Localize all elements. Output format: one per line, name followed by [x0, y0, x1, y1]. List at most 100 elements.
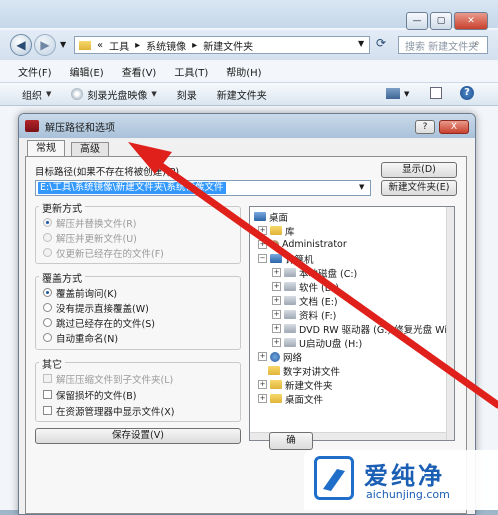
- tree-node-drive-c[interactable]: + 本地磁盘 (C:): [272, 266, 357, 280]
- address-bar[interactable]: « 工具 ▸ 系统镜像 ▸ 新建文件夹: [74, 36, 370, 54]
- chevron-down-icon[interactable]: ▼: [404, 90, 409, 98]
- tree-node-folder-digital[interactable]: 数字对讲文件: [268, 364, 340, 378]
- radio-icon: [43, 248, 52, 257]
- overwrite-mode-label: 覆盖方式: [39, 270, 85, 285]
- dvd-icon: [284, 324, 296, 333]
- watermark-logo-mark: [323, 469, 345, 491]
- extract-to-subfolder-checkbox[interactable]: 解压压缩文件到子文件夹(L): [43, 371, 173, 386]
- menu-help[interactable]: 帮助(H): [226, 64, 261, 79]
- help-icon[interactable]: ?: [460, 86, 474, 100]
- menu-edit[interactable]: 编辑(E): [70, 64, 104, 79]
- back-icon[interactable]: ◀: [10, 34, 32, 56]
- display-button[interactable]: 显示(D): [381, 162, 457, 178]
- update-option-replace[interactable]: 解压并替换文件(R): [43, 215, 137, 230]
- folder-tree[interactable]: 桌面 + 库 + Administrator − 计算机 + 本地磁盘 (C:) + 软件…: [249, 206, 455, 441]
- menu-file[interactable]: 文件(F): [18, 64, 52, 79]
- radio-icon: [43, 288, 52, 297]
- dialog-close-button[interactable]: X: [439, 120, 469, 134]
- burn-image-button[interactable]: 刻录光盘映像 ▼: [71, 87, 157, 102]
- menu-view[interactable]: 查看(V): [122, 64, 157, 79]
- winrar-icon: [25, 120, 39, 132]
- expand-icon[interactable]: +: [272, 268, 281, 277]
- tree-node-folder-desktop-files[interactable]: + 桌面文件: [258, 392, 323, 406]
- new-folder-label: 新建文件夹: [216, 90, 267, 102]
- tree-node-usb-h[interactable]: + U启动U盘 (H:): [272, 336, 362, 350]
- tree-node-drive-d[interactable]: + 软件 (D:): [272, 280, 339, 294]
- recent-pages-icon[interactable]: ▼: [60, 40, 66, 49]
- burn-image-label: 刻录光盘映像: [87, 90, 148, 102]
- forward-icon[interactable]: ▶: [34, 34, 56, 56]
- target-path-input[interactable]: E:\工具\系统镜像\新建文件夹\系统镜像文件: [35, 180, 371, 196]
- update-option-existing[interactable]: 仅更新已经存在的文件(F): [43, 245, 164, 260]
- dialog-titlebar: 解压路径和选项: [19, 114, 475, 138]
- update-option-update[interactable]: 解压并更新文件(U): [43, 230, 137, 245]
- tree-label: DVD RW 驱动器 (G:) 修复光盘 Wi: [299, 324, 447, 336]
- expand-icon[interactable]: +: [258, 240, 267, 249]
- collapse-icon[interactable]: −: [258, 254, 267, 263]
- tab-advanced[interactable]: 高级: [71, 142, 109, 157]
- save-settings-button[interactable]: 保存设置(V): [35, 428, 241, 444]
- breadcrumb-0[interactable]: «: [97, 40, 103, 51]
- expand-icon[interactable]: +: [272, 282, 281, 291]
- overwrite-option-silent[interactable]: 没有提示直接覆盖(W): [43, 300, 149, 315]
- address-dropdown-icon[interactable]: ▼: [358, 39, 364, 48]
- expand-icon[interactable]: +: [258, 352, 267, 361]
- expand-icon[interactable]: +: [272, 310, 281, 319]
- chevron-right-icon: ▸: [135, 39, 141, 51]
- chevron-down-icon: ▼: [151, 90, 157, 98]
- search-placeholder: 搜索 新建文件夹: [405, 41, 479, 53]
- tree-node-computer[interactable]: − 计算机: [258, 252, 314, 266]
- tree-node-administrator[interactable]: + Administrator: [258, 238, 347, 251]
- tree-vertical-scrollbar[interactable]: [446, 207, 454, 440]
- checkbox-icon: [43, 390, 52, 399]
- minimize-button[interactable]: —: [406, 12, 428, 30]
- tree-node-folder-new[interactable]: + 新建文件夹: [258, 378, 333, 392]
- tree-node-library[interactable]: + 库: [258, 224, 295, 238]
- overwrite-option-ask[interactable]: 覆盖前询问(K): [43, 285, 117, 300]
- library-icon: [270, 226, 282, 235]
- breadcrumb-3[interactable]: 新建文件夹: [203, 38, 253, 53]
- menu-tools[interactable]: 工具(T): [174, 64, 208, 79]
- close-button[interactable]: ✕: [454, 12, 488, 30]
- option-label: 自动重命名(N): [56, 333, 119, 345]
- overwrite-option-rename[interactable]: 自动重命名(N): [43, 330, 118, 345]
- breadcrumb-2[interactable]: 系统镜像: [146, 38, 186, 53]
- option-label: 解压压缩文件到子文件夹(L): [56, 374, 174, 386]
- tree-node-drive-f[interactable]: + 资料 (F:): [272, 308, 337, 322]
- tab-general[interactable]: 常规: [27, 140, 65, 157]
- search-icon[interactable]: ⌕: [474, 38, 480, 49]
- dialog-help-button[interactable]: ?: [415, 120, 435, 134]
- tree-node-network[interactable]: + 网络: [258, 350, 302, 364]
- tree-node-drive-e[interactable]: + 文档 (E:): [272, 294, 338, 308]
- expand-icon[interactable]: +: [272, 324, 281, 333]
- tree-label: 资料 (F:): [299, 310, 337, 322]
- tree-node-desktop[interactable]: 桌面: [254, 210, 288, 224]
- organize-button[interactable]: 组织 ▼: [22, 87, 51, 102]
- burn-button[interactable]: 刻录: [177, 87, 197, 102]
- user-icon: [270, 240, 279, 249]
- refresh-icon[interactable]: ⟳: [376, 36, 386, 50]
- expand-icon[interactable]: +: [258, 226, 267, 235]
- ok-button[interactable]: 确: [269, 432, 313, 450]
- path-dropdown-icon[interactable]: ▼: [359, 183, 364, 191]
- new-folder-toolbar-button[interactable]: 新建文件夹: [217, 87, 267, 102]
- keep-broken-files-checkbox[interactable]: 保留损坏的文件(B): [43, 387, 136, 402]
- expand-icon[interactable]: +: [272, 296, 281, 305]
- expand-icon[interactable]: +: [258, 394, 267, 403]
- overwrite-option-skip[interactable]: 跳过已经存在的文件(S): [43, 315, 155, 330]
- radio-icon: [43, 318, 52, 327]
- show-in-explorer-checkbox[interactable]: 在资源管理器中显示文件(X): [43, 403, 174, 418]
- breadcrumb-1[interactable]: 工具: [109, 38, 129, 53]
- chevron-right-icon: ▸: [192, 39, 198, 51]
- expand-icon[interactable]: +: [258, 380, 267, 389]
- maximize-button[interactable]: ▢: [430, 12, 452, 30]
- radio-icon: [43, 233, 52, 242]
- tree-node-dvd-g[interactable]: + DVD RW 驱动器 (G:) 修复光盘 Wi: [272, 322, 447, 336]
- radio-icon: [43, 218, 52, 227]
- burn-label: 刻录: [176, 90, 197, 102]
- view-options-icon[interactable]: [386, 88, 400, 99]
- preview-pane-icon[interactable]: [430, 87, 442, 99]
- expand-icon[interactable]: +: [272, 338, 281, 347]
- folder-icon: [270, 394, 282, 403]
- new-folder-button[interactable]: 新建文件夹(E): [381, 180, 457, 196]
